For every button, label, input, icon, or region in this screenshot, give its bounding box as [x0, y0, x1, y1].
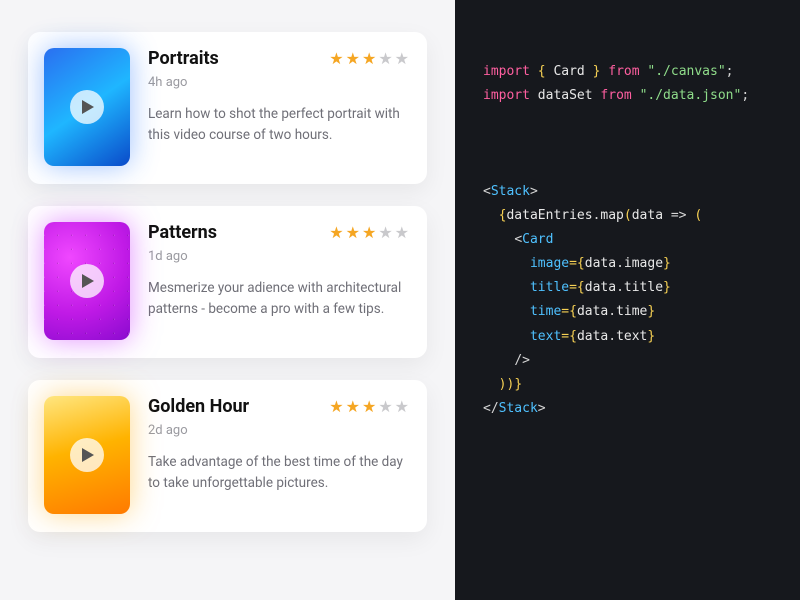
code-token: dataSet	[538, 88, 593, 103]
play-icon[interactable]	[70, 264, 104, 298]
code-token: data	[585, 256, 616, 271]
code-token: title	[530, 280, 569, 295]
star-icon: ★	[395, 223, 409, 242]
star-icon: ★	[378, 397, 392, 416]
code-token: }	[514, 377, 522, 392]
code-token: ={	[561, 329, 577, 344]
code-token: image	[624, 256, 663, 271]
card-time: 1d ago	[148, 249, 409, 264]
code-token: Stack	[491, 184, 530, 199]
code-token: Card	[546, 64, 593, 79]
code-token: title	[624, 280, 663, 295]
code-token: >	[530, 184, 538, 199]
code-token: <	[514, 232, 522, 247]
card-text: Take advantage of the best time of the d…	[148, 452, 409, 494]
card-time: 4h ago	[148, 75, 409, 90]
play-icon[interactable]	[70, 438, 104, 472]
code-editor-pane: import { Card } from "./canvas"; import …	[455, 0, 800, 600]
star-icon: ★	[329, 49, 343, 68]
star-icon: ★	[346, 397, 360, 416]
code-token: Card	[522, 232, 553, 247]
code-token: time	[530, 304, 561, 319]
card-body: Patterns ★ ★ ★ ★ ★ 1d ago Mesmerize your…	[148, 222, 409, 340]
star-icon: ★	[329, 397, 343, 416]
card-title: Patterns	[148, 222, 217, 243]
code-token: ={	[561, 304, 577, 319]
code-token: }	[663, 280, 671, 295]
code-block[interactable]: import { Card } from "./canvas"; import …	[483, 60, 772, 421]
code-token: />	[514, 353, 530, 368]
code-token: from	[608, 64, 639, 79]
code-token: text	[616, 329, 647, 344]
code-token: text	[530, 329, 561, 344]
star-icon: ★	[378, 49, 392, 68]
card-thumbnail[interactable]	[44, 48, 130, 166]
code-token: time	[616, 304, 647, 319]
card-list-pane: Portraits ★ ★ ★ ★ ★ 4h ago Learn how to …	[0, 0, 455, 600]
play-icon[interactable]	[70, 90, 104, 124]
code-token: "./canvas"	[647, 64, 725, 79]
star-icon: ★	[395, 49, 409, 68]
code-token: .	[608, 329, 616, 344]
card-thumbnail[interactable]	[44, 222, 130, 340]
code-token: (	[624, 208, 632, 223]
code-token: "./data.json"	[640, 88, 742, 103]
star-icon: ★	[346, 49, 360, 68]
code-token: .	[616, 280, 624, 295]
card-time: 2d ago	[148, 423, 409, 438]
card-body: Golden Hour ★ ★ ★ ★ ★ 2d ago Take advant…	[148, 396, 409, 514]
code-token: }	[663, 256, 671, 271]
card-thumbnail[interactable]	[44, 396, 130, 514]
rating-stars[interactable]: ★ ★ ★ ★ ★	[329, 49, 409, 68]
code-token: ;	[726, 64, 734, 79]
code-token: Stack	[499, 401, 538, 416]
code-token: (	[694, 208, 702, 223]
card-title: Portraits	[148, 48, 219, 69]
code-token: >	[538, 401, 546, 416]
code-token: from	[600, 88, 631, 103]
card-text: Learn how to shot the perfect portrait w…	[148, 104, 409, 146]
code-token: data	[577, 329, 608, 344]
video-card[interactable]: Patterns ★ ★ ★ ★ ★ 1d ago Mesmerize your…	[28, 206, 427, 358]
card-text: Mesmerize your adience with architectura…	[148, 278, 409, 320]
code-token: image	[530, 256, 569, 271]
star-icon: ★	[395, 397, 409, 416]
rating-stars[interactable]: ★ ★ ★ ★ ★	[329, 397, 409, 416]
star-icon: ★	[362, 397, 376, 416]
code-token: <	[483, 184, 491, 199]
code-token: }	[593, 64, 601, 79]
code-token: import	[483, 88, 530, 103]
code-token: data	[577, 304, 608, 319]
code-token: ={	[569, 256, 585, 271]
star-icon: ★	[346, 223, 360, 242]
star-icon: ★	[378, 223, 392, 242]
code-token: map	[600, 208, 623, 223]
code-token: .	[608, 304, 616, 319]
code-token: import	[483, 64, 530, 79]
rating-stars[interactable]: ★ ★ ★ ★ ★	[329, 223, 409, 242]
video-card[interactable]: Golden Hour ★ ★ ★ ★ ★ 2d ago Take advant…	[28, 380, 427, 532]
star-icon: ★	[329, 223, 343, 242]
code-token: </	[483, 401, 499, 416]
code-token: ={	[569, 280, 585, 295]
code-token: ;	[741, 88, 749, 103]
code-token: =>	[663, 208, 694, 223]
code-token: {	[538, 64, 546, 79]
code-token: .	[616, 256, 624, 271]
code-token: data	[632, 208, 663, 223]
star-icon: ★	[362, 49, 376, 68]
star-icon: ★	[362, 223, 376, 242]
code-token: }	[647, 304, 655, 319]
code-token: }	[647, 329, 655, 344]
card-title: Golden Hour	[148, 396, 249, 417]
video-card[interactable]: Portraits ★ ★ ★ ★ ★ 4h ago Learn how to …	[28, 32, 427, 184]
card-body: Portraits ★ ★ ★ ★ ★ 4h ago Learn how to …	[148, 48, 409, 166]
code-token: data	[585, 280, 616, 295]
code-token: dataEntries	[506, 208, 592, 223]
